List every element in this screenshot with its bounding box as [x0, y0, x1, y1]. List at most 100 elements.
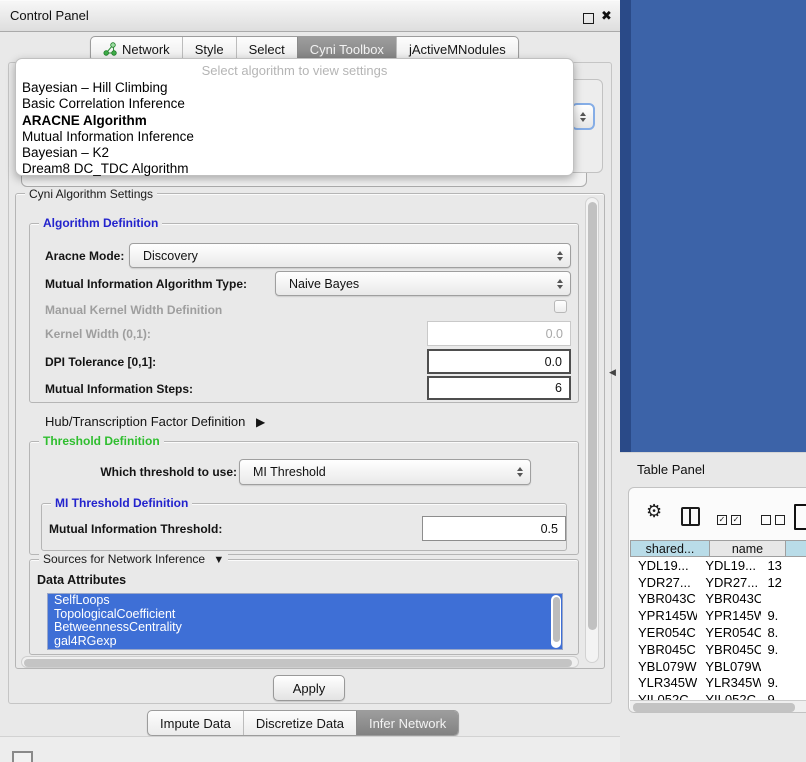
table-row[interactable]: YLR345WYLR345W9.	[630, 675, 806, 692]
table-cell: YLR345W	[697, 675, 761, 690]
attribute-item-gal4rgexp[interactable]: gal4RGexp	[48, 635, 562, 649]
control-panel-titlebar: Control Panel ✖	[0, 0, 620, 32]
algorithm-definition-title: Algorithm Definition	[39, 216, 162, 230]
table-cell: 12	[761, 575, 806, 590]
table-cell: 9.	[761, 608, 806, 623]
combo-stepper-icon	[557, 251, 563, 261]
table-cell: YBL079W	[697, 659, 761, 674]
cyni-toolbox-content: galFiltered.sif default node Select algo…	[8, 62, 612, 704]
table-row[interactable]: YBR045CYBR045C9.	[630, 641, 806, 658]
tab-label: Cyni Toolbox	[310, 42, 384, 57]
apply-button[interactable]: Apply	[273, 675, 345, 701]
mi-steps-field[interactable]: 6	[427, 376, 571, 400]
mi-algorithm-type-value: Naive Bayes	[289, 277, 359, 291]
aracne-mode-combobox[interactable]: Discovery	[129, 243, 571, 268]
manual-kernel-checkbox[interactable]	[554, 300, 567, 313]
algorithm-option-dream8-dc-tdc-algorithm[interactable]: Dream8 DC_TDC Algorithm	[16, 161, 573, 177]
table-cell: YDL19...	[630, 558, 697, 573]
table-cell: 9.	[761, 675, 806, 690]
checked-checkbox-icon[interactable]: ✓	[717, 515, 727, 525]
attribute-item-topologicalcoefficient[interactable]: TopologicalCoefficient	[48, 608, 562, 622]
network-icon	[103, 42, 117, 56]
close-icon[interactable]: ✖	[601, 8, 612, 24]
kernel-width-label: Kernel Width (0,1):	[45, 327, 151, 341]
algorithm-option-bayesian-hill-climbing[interactable]: Bayesian – Hill Climbing	[16, 80, 573, 96]
tab-label: Select	[249, 42, 285, 57]
table-row[interactable]: YBR043CYBR043C	[630, 591, 806, 608]
table-cell: YDR27...	[630, 575, 697, 590]
algorithm-option-aracne-algorithm[interactable]: ARACNE Algorithm	[16, 113, 573, 129]
attribute-item-betweennesscentrality[interactable]: BetweennessCentrality	[48, 621, 562, 635]
threshold-definition-title: Threshold Definition	[39, 434, 164, 448]
table-cell: YBR043C	[630, 591, 697, 606]
which-threshold-value: MI Threshold	[253, 465, 326, 479]
settings-vertical-scrollbar[interactable]	[585, 197, 599, 663]
algorithm-option-mutual-information-inference[interactable]: Mutual Information Inference	[16, 129, 573, 145]
expand-right-icon: ▶	[256, 415, 265, 429]
panel-collapse-arrow[interactable]: ◀	[609, 367, 616, 378]
data-attributes-list[interactable]: SelfLoopsTopologicalCoefficientBetweenne…	[47, 593, 563, 650]
tab-label: Discretize Data	[256, 716, 344, 731]
inference-algorithm-combo-stepper[interactable]	[571, 103, 595, 130]
gear-icon[interactable]: ⚙	[646, 501, 662, 522]
unchecked-checkbox-icon[interactable]	[775, 515, 785, 525]
mi-steps-label: Mutual Information Steps:	[45, 382, 193, 396]
table-cell: YPR145W	[697, 608, 761, 623]
kernel-width-field[interactable]: 0.0	[427, 321, 571, 346]
column-header-shared[interactable]: shared...	[630, 540, 710, 557]
mi-threshold-label: Mutual Information Threshold:	[49, 522, 222, 536]
dropdown-item-list: Bayesian – Hill ClimbingBasic Correlatio…	[16, 80, 573, 178]
unchecked-checkbox-icon[interactable]	[761, 515, 771, 525]
algorithm-dropdown-popup: Select algorithm to view settings Bayesi…	[15, 58, 574, 176]
data-attributes-label: Data Attributes	[37, 573, 126, 587]
aracne-mode-value: Discovery	[143, 249, 198, 263]
column-header-name[interactable]: name	[710, 540, 786, 557]
table-cell: 9.	[761, 642, 806, 657]
mi-threshold-value: 0.5	[541, 522, 558, 536]
table-cell: YER054C	[630, 625, 697, 640]
table-row[interactable]: YER054CYER054C8.	[630, 624, 806, 641]
settings-group-title: Cyni Algorithm Settings	[25, 187, 157, 201]
collapse-down-icon: ▼	[213, 554, 224, 566]
table-cell: YBR045C	[630, 642, 697, 657]
docked-panel-icon[interactable]	[12, 751, 33, 762]
apply-button-label: Apply	[293, 681, 326, 696]
stepper-down-icon	[580, 118, 586, 122]
mi-algorithm-type-combobox[interactable]: Naive Bayes	[275, 271, 571, 296]
which-threshold-combobox[interactable]: MI Threshold	[239, 459, 531, 485]
table-row[interactable]: YPR145WYPR145W9.	[630, 607, 806, 624]
kernel-width-value: 0.0	[546, 327, 563, 341]
attribute-item-selfloops[interactable]: SelfLoops	[48, 594, 562, 608]
combo-stepper-icon	[557, 279, 563, 289]
settings-horizontal-scrollbar[interactable]	[21, 656, 579, 668]
table-cell: 8.	[761, 625, 806, 640]
column-header-hidden[interactable]	[786, 540, 806, 557]
checked-checkbox-icon[interactable]: ✓	[731, 515, 741, 525]
table-panel: Table Panel ⚙ ✓ ✓ shared...name YDL19...…	[620, 452, 806, 762]
table-body: YDL19...YDL19...13YDR27...YDR27...12YBR0…	[630, 557, 806, 700]
bottom-tab-bar: Impute Data Discretize Data Infer Network	[147, 710, 459, 736]
table-cell: YBR045C	[697, 642, 761, 657]
hub-definition-expander[interactable]: Hub/Transcription Factor Definition ▶	[45, 414, 265, 429]
algorithm-option-bayesian-k2[interactable]: Bayesian – K2	[16, 145, 573, 161]
table-row[interactable]: YBL079WYBL079W	[630, 658, 806, 675]
mi-threshold-field[interactable]: 0.5	[422, 516, 566, 541]
algorithm-option-basic-correlation-inference[interactable]: Basic Correlation Inference	[16, 96, 573, 112]
table-cell: YBR043C	[697, 591, 761, 606]
tab-impute-data[interactable]: Impute Data	[148, 711, 243, 735]
sources-group-title[interactable]: Sources for Network Inference ▼	[39, 552, 228, 566]
float-window-icon[interactable]	[583, 13, 594, 24]
tab-infer-network[interactable]: Infer Network	[356, 711, 458, 735]
table-horizontal-scrollbar[interactable]	[630, 700, 806, 713]
table-cell: YER054C	[697, 625, 761, 640]
table-row[interactable]: YDL19...YDL19...13	[630, 557, 806, 574]
table-row[interactable]: YDR27...YDR27...12	[630, 574, 806, 591]
dpi-tolerance-field[interactable]: 0.0	[427, 349, 571, 374]
table-cell: 13	[761, 558, 806, 573]
document-icon[interactable]	[794, 504, 806, 530]
column-layout-icon[interactable]	[681, 507, 700, 526]
attributes-scrollbar[interactable]	[551, 595, 561, 648]
table-row[interactable]: YIL052CYIL052C9	[630, 691, 806, 700]
table-cell: 9	[761, 692, 806, 700]
tab-discretize-data[interactable]: Discretize Data	[243, 711, 356, 735]
